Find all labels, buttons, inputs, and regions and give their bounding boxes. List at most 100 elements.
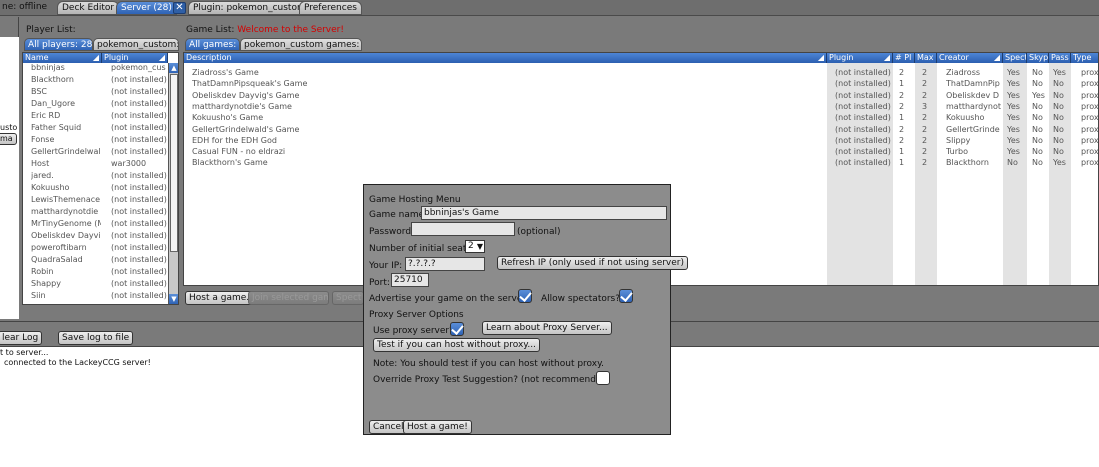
table-row[interactable]: Kokuusho's Game (not installed) 1 2 Kokuusho…	[184, 113, 1098, 123]
ip-input[interactable]: ?.?.?.?	[405, 257, 485, 271]
list-item[interactable]: Eric RD (not installed)	[23, 111, 178, 121]
table-row[interactable]: GellertGrindelwald's Game (not installed)…	[184, 125, 1098, 135]
list-item[interactable]: Blackthorn (not installed)	[23, 75, 178, 85]
list-item[interactable]: Shappy (not installed)	[23, 279, 178, 289]
test-host-button[interactable]: Test if you can host without proxy...	[373, 338, 540, 352]
list-item[interactable]: Host war3000	[23, 159, 178, 169]
column-header-type[interactable]: Type	[1071, 53, 1098, 63]
refresh-ip-button[interactable]: Refresh IP (only used if not using serve…	[497, 256, 689, 270]
column-header-players[interactable]: # Pl	[893, 53, 915, 63]
tab-deck-editor[interactable]: Deck Editor	[57, 1, 120, 15]
list-item[interactable]: Father Squid (not installed)	[23, 123, 178, 133]
close-icon[interactable]: ✕	[173, 2, 186, 14]
game-max: 2	[922, 158, 928, 168]
learn-proxy-button[interactable]: Learn about Proxy Server...	[482, 321, 612, 335]
column-header-name[interactable]: Name ◢	[23, 53, 102, 63]
game-max: 2	[922, 135, 928, 145]
cancel-button[interactable]: Cancel	[369, 420, 408, 434]
table-row[interactable]: Casual FUN - no eldrazi (not installed) 1 2…	[184, 147, 1098, 157]
player-name: Shappy	[31, 279, 61, 288]
player-name: Blackthorn	[31, 75, 74, 84]
left-fragment-1: usto	[0, 123, 18, 132]
tab-pokemon-custom-players[interactable]: pokemon_custom: 2	[93, 38, 179, 51]
optional-label: (optional)	[517, 227, 561, 237]
scroll-thumb[interactable]	[170, 74, 178, 252]
table-row[interactable]: ThatDamnPipsqueak's Game (not installed) 1…	[184, 79, 1098, 89]
allow-spectators-checkbox[interactable]	[619, 289, 633, 303]
tab-all-games[interactable]: All games: 9	[185, 38, 240, 51]
use-proxy-checkbox[interactable]	[450, 322, 464, 336]
game-name-input[interactable]: bbninjas's Game	[421, 206, 667, 220]
player-name: BSC	[31, 87, 48, 96]
game-plugin: (not installed)	[835, 135, 891, 145]
list-item[interactable]: MrTinyGenome (M (not installed)	[23, 219, 178, 229]
clear-log-button[interactable]: lear Log	[0, 331, 43, 345]
column-header-max[interactable]: Max	[915, 53, 937, 63]
list-item[interactable]: matthardynotdie (not installed)	[23, 207, 178, 217]
host-game-confirm-button[interactable]: Host a game!	[403, 420, 472, 434]
player-name: Robin	[31, 267, 54, 276]
column-header-plugin[interactable]: Plugin ◢	[827, 53, 893, 63]
password-input[interactable]	[411, 222, 515, 236]
spectate-button[interactable]: Spect	[332, 291, 364, 305]
player-list-scrollbar[interactable]: ▲ ▼	[168, 63, 178, 304]
game-description: Obeliskdev Dayvig's Game	[192, 90, 300, 100]
list-item[interactable]: QuadraSalad (not installed)	[23, 255, 178, 265]
join-selected-game-button[interactable]: Join selected game	[248, 291, 329, 305]
table-row[interactable]: Ziadross's Game (not installed) 2 2 Ziadross…	[184, 68, 1098, 78]
table-row[interactable]: matthardynotdie's Game (not installed) 2 3 m…	[184, 102, 1098, 112]
list-item[interactable]: Fonse (not installed)	[23, 135, 178, 145]
sort-arrow-icon: ◢	[92, 53, 99, 62]
player-name: Siin	[31, 291, 46, 300]
list-item[interactable]: Kokuusho (not installed)	[23, 183, 178, 193]
override-checkbox[interactable]	[596, 371, 610, 385]
list-item[interactable]: Dan_Ugore (not installed)	[23, 99, 178, 109]
list-item[interactable]: jared. (not installed)	[23, 171, 178, 181]
save-log-button[interactable]: Save log to file	[58, 331, 134, 345]
list-item[interactable]: BSC (not installed)	[23, 87, 178, 97]
left-button[interactable]: ma	[0, 133, 17, 145]
tab-preferences[interactable]: Preferences	[299, 1, 362, 15]
column-header-spectators[interactable]: Spect	[1003, 53, 1027, 63]
game-hosting-dialog: Game Hosting Menu Game name: bbninjas's …	[363, 184, 689, 435]
scroll-up-icon[interactable]: ▲	[169, 63, 178, 73]
column-header-skype[interactable]: Skyp	[1027, 53, 1049, 63]
list-item[interactable]: LewisThemenace (not installed)	[23, 195, 178, 205]
table-row[interactable]: Obeliskdev Dayvig's Game (not installed) 2…	[184, 91, 1098, 101]
tab-plugin[interactable]: Plugin: pokemon_custom	[188, 1, 311, 15]
scroll-down-icon[interactable]: ▼	[169, 294, 178, 304]
game-password: No	[1053, 135, 1064, 145]
list-item[interactable]: Obeliskdev Dayvig (not installed)	[23, 231, 178, 241]
table-row[interactable]: EDH for the EDH God (not installed) 2 2 Slip…	[184, 136, 1098, 146]
column-header-plugin[interactable]: Plugin ◢	[102, 53, 168, 63]
game-skype: No	[1032, 68, 1043, 77]
list-item[interactable]: Siin (not installed)	[23, 291, 178, 301]
game-creator: matthardynot	[946, 101, 1002, 111]
player-name: Eric RD	[31, 111, 61, 120]
list-item[interactable]: bbninjas pokemon_cus	[23, 63, 178, 73]
column-header-description[interactable]: Description ◢	[184, 53, 827, 63]
list-item[interactable]: poweroftibarn (not installed)	[23, 243, 178, 253]
seats-select[interactable]: 2 ▼	[465, 240, 485, 253]
list-item[interactable]: GellertGrindelwal (not installed)	[23, 147, 178, 157]
game-password: No	[1053, 147, 1064, 157]
list-item[interactable]: Robin (not installed)	[23, 267, 178, 277]
table-row[interactable]: Blackthorn's Game (not installed) 1 2 Blackt…	[184, 158, 1098, 168]
column-header-creator[interactable]: Creator ◢	[937, 53, 1003, 63]
game-name-label: Game name:	[369, 210, 428, 220]
game-plugin: (not installed)	[835, 147, 891, 157]
game-spectators: Yes	[1007, 124, 1020, 134]
player-plugin: (not installed)	[111, 231, 167, 240]
port-input[interactable]: 25710	[391, 273, 429, 287]
column-header-password[interactable]: Pass	[1049, 53, 1071, 63]
game-spectators: Yes	[1007, 135, 1020, 145]
player-list[interactable]: Name ◢ Plugin ◢ bbninjas pokemon_cus Blackth…	[22, 52, 179, 305]
advertise-checkbox[interactable]	[518, 289, 532, 303]
game-players: 2	[899, 135, 905, 145]
tab-all-players[interactable]: All players: 28	[24, 38, 93, 51]
game-type: prox	[1081, 147, 1099, 157]
tab-pokemon-custom-games[interactable]: pokemon_custom games: 0	[240, 38, 362, 51]
tab-server[interactable]: Server (28)	[116, 1, 177, 15]
game-password: No	[1053, 124, 1064, 134]
player-plugin: (not installed)	[111, 123, 167, 132]
